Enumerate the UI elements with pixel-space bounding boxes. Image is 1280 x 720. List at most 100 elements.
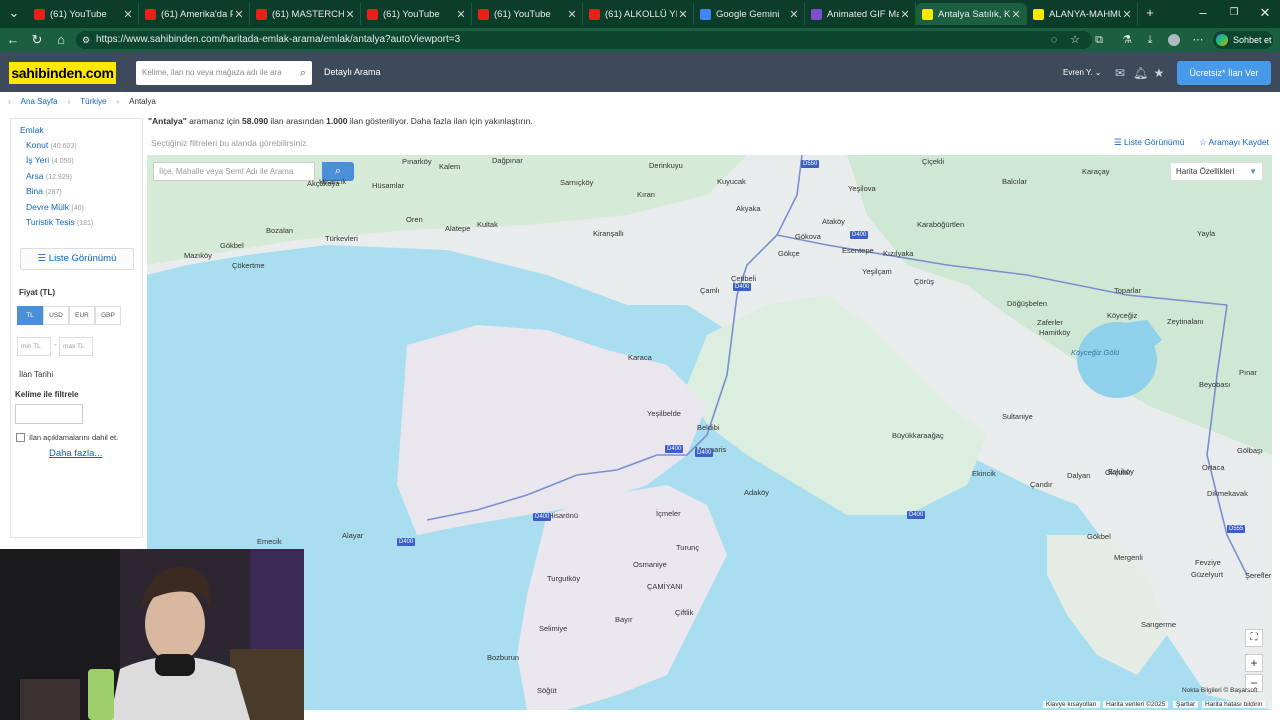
new-tab-icon[interactable]: + [1143,6,1157,20]
category-root[interactable]: Emlak [20,125,44,135]
save-search-link[interactable]: ☆ Aramayı Kaydet [1199,137,1269,148]
back-icon[interactable]: ← [6,33,20,47]
include-description-checkbox[interactable] [16,433,25,442]
tab-search-icon[interactable]: ⌄ [7,6,21,20]
category-count: (4.050) [51,158,74,166]
youtube-icon [34,8,45,20]
map-place-label: Adaköy [744,488,770,497]
keyword-filter-input[interactable] [15,404,83,424]
category-item[interactable]: Turistik Tesis (181) [26,217,93,227]
min-price-input[interactable]: min TL [17,337,51,356]
tab-close-icon[interactable]: ✕ [344,8,356,21]
browser-tab[interactable]: (61) YouTube ✕ [28,3,139,25]
user-menu[interactable]: Evren Y. ⌄ [1063,68,1101,77]
minimize-icon[interactable]: – [1196,6,1210,20]
tab-title: Animated GIF Maker [827,8,899,20]
breadcrumb-country[interactable]: Türkiye [80,97,106,106]
list-icon: ☰ [1114,137,1124,147]
road-shield: D400 [533,513,552,521]
browser-tab[interactable]: (61) YouTube ✕ [472,3,583,25]
favorite-star-icon[interactable]: ☆ [1069,34,1081,46]
currency-usd-button[interactable]: USD [43,306,69,325]
browser-tab[interactable]: Animated GIF Maker✕ [805,3,916,25]
map-features-dropdown[interactable]: Harita Özellikleri ▼ [1170,162,1263,181]
currency-tl-button[interactable]: TL [17,306,43,325]
map-place-label: Kalem [439,162,461,171]
summary-text: ilan arasından [268,116,327,126]
browser-tab[interactable]: (61) MASTERCHEF Y✕ [250,3,361,25]
favorites-star-icon[interactable]: ★ [1152,66,1166,80]
copilot-button[interactable]: Sohbet et [1213,31,1273,49]
breadcrumb-home[interactable]: Ana Sayfa [21,97,58,106]
road-shield: D400 [907,511,926,519]
window-close-icon[interactable]: ✕ [1258,6,1272,20]
reload-icon[interactable]: ↻ [30,33,44,47]
list-view-label: Liste Görünümü [1123,137,1185,147]
site-info-icon[interactable]: ⚙ [82,31,90,49]
notifications-bell-icon[interactable]: 🔔︎ [1133,66,1148,80]
post-listing-button[interactable]: Ücretsiz* İlan Ver [1177,61,1271,85]
downloads-icon[interactable]: ⤓ [1144,34,1156,46]
map-place-label: Gökbel [1087,532,1111,541]
profile-avatar-icon[interactable] [1168,34,1180,46]
list-view-link[interactable]: ☰ Liste Görünümü [1114,137,1184,148]
browser-tab[interactable]: ALANYA-MAHMUTL✕ [1027,3,1138,25]
tab-close-icon[interactable]: ✕ [899,8,911,21]
tab-close-icon[interactable]: ✕ [233,8,245,21]
breadcrumb-chevron-icon: › [8,97,11,106]
browser-tab[interactable]: (61) Amerika'da Poli✕ [139,3,250,25]
site-logo[interactable]: sahibinden.com [9,62,116,84]
map-place-label: Köyceğiz Gölü [1071,348,1120,357]
browser-tab[interactable]: Google Gemini ✕ [694,3,805,25]
tab-close-icon[interactable]: ✕ [1010,8,1022,21]
detailed-search-link[interactable]: Detaylı Arama [324,67,381,77]
map-place-label: Ortaca [1202,463,1225,472]
currency-gbp-button[interactable]: GBP [95,306,121,325]
copilot-label: Sohbet et [1233,35,1272,45]
tab-close-icon[interactable]: ✕ [677,8,689,21]
browser-tab[interactable]: (61) YouTube ✕ [361,3,472,25]
tab-close-icon[interactable]: ✕ [455,8,467,21]
search-icon[interactable]: ⌕ [300,61,306,85]
browser-tab[interactable]: (61) ALKOLLÜ YILBA✕ [583,3,694,25]
report-map-error-link[interactable]: Harita hatası bildirin [1202,701,1266,708]
category-item[interactable]: Devre Mülk (40) [26,202,84,212]
home-icon[interactable]: ⌂ [54,33,68,47]
url-field[interactable]: ⚙ https://www.sahibinden.com/haritada-em… [76,31,1092,49]
tab-close-icon[interactable]: ✕ [1121,8,1133,21]
gemini-icon [700,8,711,20]
category-item[interactable]: Arsa (12.929) [26,171,72,181]
zoom-in-button[interactable]: + [1245,654,1263,672]
category-item[interactable]: İş Yeri (4.050) [26,155,74,165]
more-filters-link[interactable]: Daha fazla... [49,448,102,459]
map-place-label: Yeşilbelde [647,409,681,418]
currency-eur-button[interactable]: EUR [69,306,95,325]
site-search-input[interactable]: Kelime, ilan no veya mağaza adı ile ara … [136,61,312,85]
map-attribution: Nokta Bilgileri © Başarsoft [1182,687,1258,694]
tab-close-icon[interactable]: ✕ [566,8,578,21]
more-menu-icon[interactable]: ⋯ [1192,34,1204,46]
date-filter-title[interactable]: İlan Tarihi [19,370,53,379]
price-title: Fiyat (TL) [19,288,55,297]
restore-icon[interactable]: ❐ [1227,6,1241,20]
youtube-icon [478,8,489,20]
map-place-label: Mergenli [1114,553,1143,562]
tab-close-icon[interactable]: ✕ [788,8,800,21]
keyboard-shortcuts-link[interactable]: Klavye kısayolları [1043,701,1100,708]
list-view-button[interactable]: ☰ Liste Görünümü [20,248,134,270]
map-view[interactable]: İlçe, Mahalle veya Semt Adı ile Arama ⌕ … [147,155,1272,710]
category-item[interactable]: Bina (287) [26,186,62,196]
category-item[interactable]: Konut (40.603) [26,140,77,150]
browser-tab[interactable]: Antalya Satılık, Kira✕ [916,3,1027,25]
extensions-icon[interactable]: ⧉ [1093,34,1105,46]
messages-icon[interactable]: ✉ [1113,66,1127,80]
max-price-input[interactable]: max TL [59,337,93,356]
collections-icon[interactable]: ⚗ [1121,34,1133,46]
read-mode-icon[interactable]: ◌ [1048,34,1060,46]
terms-link[interactable]: Şartlar [1173,701,1199,708]
map-search-input[interactable]: İlçe, Mahalle veya Semt Adı ile Arama [153,162,315,181]
fullscreen-icon[interactable]: ⛶ [1245,629,1263,647]
tab-close-icon[interactable]: ✕ [122,8,134,21]
chevron-down-icon: ⌄ [1094,68,1102,77]
category-count: (12.929) [45,173,72,181]
